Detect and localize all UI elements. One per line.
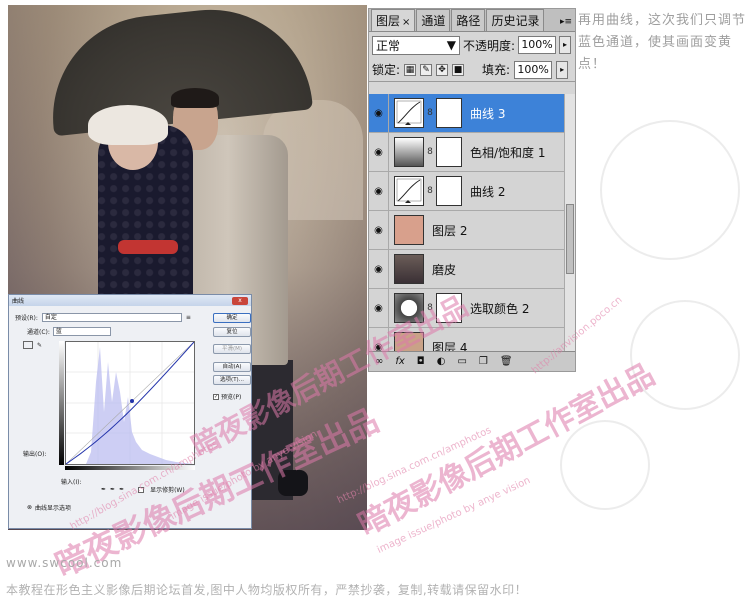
layer-name: 曲线 3 [470, 106, 506, 121]
lock-position-icon[interactable]: ✥ [436, 63, 449, 76]
input-label: 输入(I): [61, 479, 82, 486]
close-button[interactable]: x [232, 296, 248, 305]
link-icon[interactable]: 8 [426, 108, 434, 118]
lock-all-icon[interactable]: ■ [452, 63, 465, 76]
eye-icon[interactable]: ◉ [369, 171, 389, 211]
channel-select[interactable]: 蓝 [52, 327, 111, 336]
eyedropper-gray-icon[interactable]: ✒ [110, 486, 115, 493]
auto-button[interactable]: 自动(A) [213, 362, 251, 372]
tab-history[interactable]: 历史记录 [486, 9, 545, 31]
lock-label: 锁定: [372, 63, 401, 77]
histogram [86, 347, 194, 464]
layer-name: 色相/饱和度 1 [470, 145, 546, 160]
lock-pixels-icon[interactable]: ✎ [420, 63, 433, 76]
reset-button[interactable]: 复位 [213, 327, 251, 337]
layer-thumbnail [394, 215, 424, 245]
new-layer-icon[interactable]: ❐ [479, 356, 488, 367]
tutorial-note: 再用曲线，这次我们只调节蓝色通道，使其画面变黄点！ [578, 13, 747, 72]
curves-adjustment-icon [394, 98, 424, 128]
link-icon[interactable]: 8 [426, 147, 434, 157]
layer-row[interactable]: ◉ 8 曲线 2 [369, 171, 565, 211]
fill-input[interactable]: 100% [514, 60, 553, 79]
options-button[interactable]: 选项(T)... [213, 375, 251, 385]
layer-name: 曲线 2 [470, 184, 506, 199]
layer-name: 磨皮 [432, 262, 457, 277]
tab-layers[interactable]: 图层 × [371, 9, 416, 31]
curves-adjustment-icon [394, 176, 424, 206]
channel-label: 通道(C): [27, 329, 50, 336]
layer-name: 选取颜色 2 [470, 301, 530, 316]
blend-row: 正常 ▼ 不透明度: 100% ▸ [369, 32, 575, 58]
curves-titlebar: 曲线 x [9, 295, 251, 306]
curve-graph[interactable] [65, 341, 195, 465]
man-hair [171, 88, 219, 108]
eye-icon[interactable]: ◉ [369, 210, 389, 250]
lock-row: 锁定: ▦ ✎ ✥ ■ 填充: 100% ▸ [369, 58, 575, 82]
woman-hat [88, 105, 168, 145]
curve-tool-icon[interactable] [23, 341, 33, 349]
scrollbar-thumb[interactable] [566, 204, 574, 274]
link-icon[interactable]: 8 [426, 186, 434, 196]
preset-label: 预设(R): [15, 315, 38, 322]
panel-tabs: 图层 × 通道 路径 历史记录 ▸≡ [369, 9, 575, 32]
layer-mask[interactable] [436, 176, 462, 206]
opacity-arrow-button[interactable]: ▸ [559, 36, 572, 54]
channel-value: 蓝 [55, 328, 62, 335]
woman-belt [118, 240, 178, 254]
layer-scrollbar[interactable] [564, 94, 575, 353]
preset-select[interactable]: 自定 [41, 313, 182, 322]
blend-mode-value: 正常 [376, 38, 401, 53]
layer-row[interactable]: ◉ 磨皮 [369, 249, 565, 289]
eye-icon[interactable]: ◉ [369, 132, 389, 172]
eye-icon[interactable]: ◉ [369, 94, 389, 133]
site-url: www.swcool.com [6, 556, 123, 570]
curve-svg [65, 341, 195, 465]
blend-mode-select[interactable]: 正常 ▼ [372, 35, 460, 55]
fill-arrow-button[interactable]: ▸ [556, 60, 569, 79]
preset-menu-icon[interactable]: ≡ [186, 314, 191, 321]
tab-label: 图层 [376, 14, 401, 28]
panel-menu-icon[interactable]: ▸≡ [560, 17, 572, 27]
layer-name: 图层 2 [432, 223, 468, 238]
curves-title: 曲线 [12, 298, 25, 305]
expand-toggle-icon[interactable]: ⊗ [27, 504, 32, 511]
chevron-down-icon: ▼ [446, 38, 456, 52]
decorative-swirl [600, 120, 740, 260]
layer-mask[interactable] [436, 137, 462, 167]
preview-checkbox[interactable]: ✓ [213, 393, 219, 400]
ok-button[interactable]: 确定 [213, 313, 251, 323]
opacity-input[interactable]: 100% [518, 36, 557, 54]
tab-channels[interactable]: 通道 [416, 9, 451, 31]
pencil-icon[interactable]: ✎ [37, 342, 42, 349]
layer-row[interactable]: ◉ 8 曲线 3 [369, 94, 565, 133]
output-gradient [59, 341, 64, 465]
copyright-notice: 本教程在形色主义影像后期论坛首发,图中人物均版权所有，严禁抄袭，复制,转载请保留… [6, 583, 528, 597]
layer-mask[interactable] [436, 98, 462, 128]
adjustment-icon[interactable]: ◐ [437, 356, 446, 367]
curve-options-label: 曲线显示选项 [35, 505, 72, 512]
curve-point [130, 399, 134, 403]
preset-value: 自定 [44, 314, 57, 321]
group-icon[interactable]: ▭ [457, 356, 466, 367]
mask-icon[interactable]: ◘ [417, 356, 425, 367]
tab-paths[interactable]: 路径 [451, 9, 486, 31]
fill-label: 填充: [482, 63, 511, 77]
layer-row[interactable]: ◉ 图层 2 [369, 210, 565, 250]
opacity-label: 不透明度: [463, 38, 516, 53]
eyedropper-black-icon[interactable]: ✒ [101, 486, 106, 493]
eye-icon[interactable]: ◉ [369, 249, 389, 289]
close-icon[interactable]: × [402, 17, 410, 28]
output-label: 输出(O): [23, 451, 47, 458]
hue-saturation-icon [394, 137, 424, 167]
layer-row[interactable]: ◉ 8 色相/饱和度 1 [369, 132, 565, 172]
layer-thumbnail [394, 254, 424, 284]
trash-icon[interactable]: 🗑 [500, 356, 513, 367]
smooth-button[interactable]: 平滑(M) [213, 344, 251, 354]
lock-transparent-icon[interactable]: ▦ [404, 63, 417, 76]
